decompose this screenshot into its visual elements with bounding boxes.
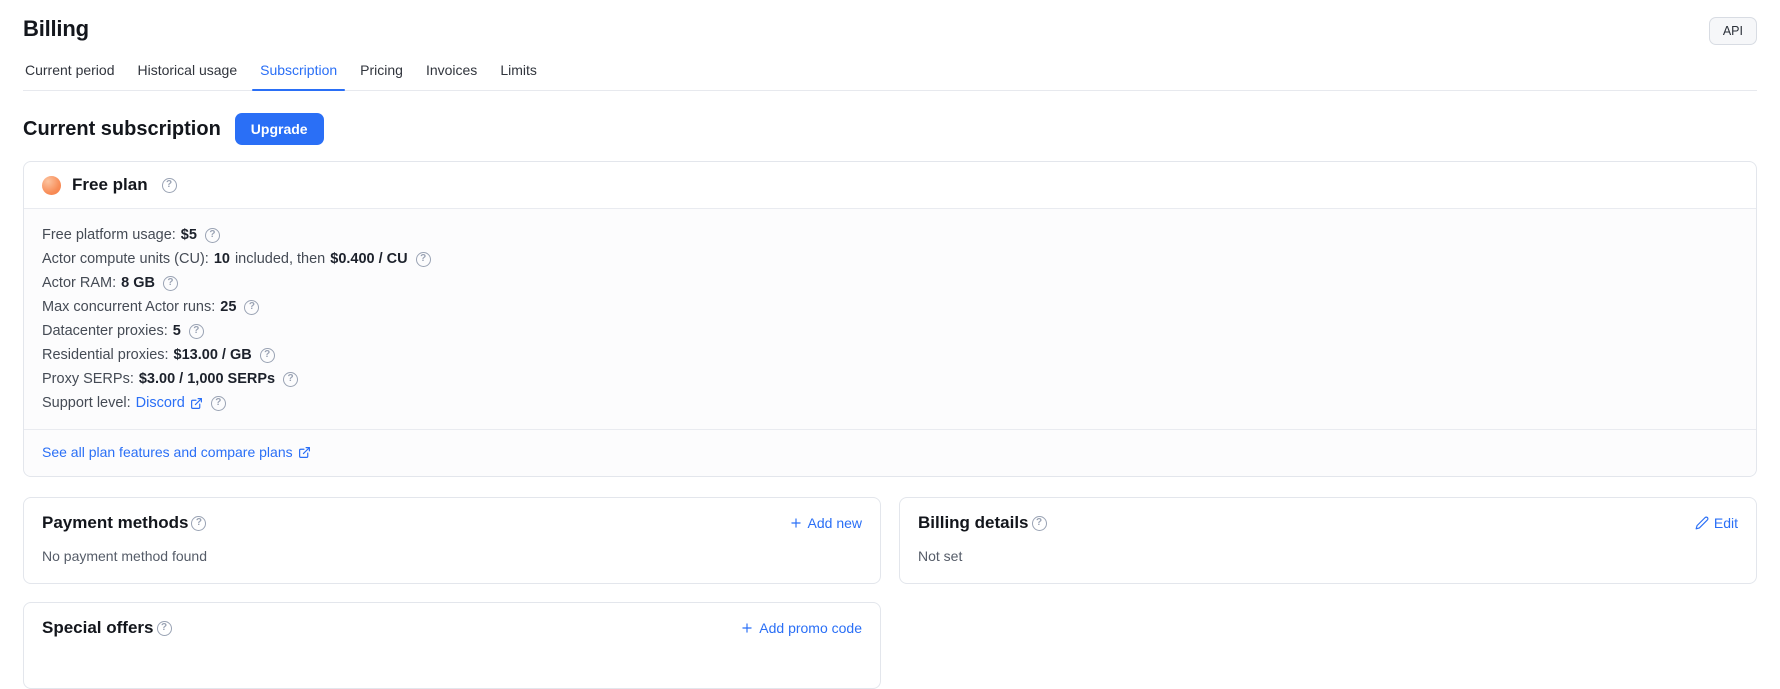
billing-details-empty-text: Not set [918, 548, 1738, 564]
special-offers-header: Special offers Add promo code [42, 618, 862, 638]
help-icon[interactable] [211, 396, 226, 411]
feature-proxy-serps: Proxy SERPs: $3.00 / 1,000 SERPs [42, 371, 1738, 387]
add-promo-code-button[interactable]: Add promo code [740, 620, 862, 636]
special-offers-title-wrap: Special offers [42, 618, 172, 638]
pencil-icon [1695, 516, 1709, 530]
external-link-icon [298, 446, 311, 459]
feature-label: Support level: [42, 395, 131, 411]
feature-label: Max concurrent Actor runs: [42, 299, 215, 315]
billing-details-title-wrap: Billing details [918, 513, 1047, 533]
tab-pricing[interactable]: Pricing [358, 55, 405, 90]
tab-current-period[interactable]: Current period [23, 55, 117, 90]
feature-value: 8 GB [121, 275, 155, 291]
plus-icon [740, 621, 754, 635]
tab-invoices[interactable]: Invoices [424, 55, 479, 90]
section-heading: Current subscription [23, 118, 221, 141]
add-payment-method-label: Add new [808, 515, 862, 531]
plan-name: Free plan [72, 175, 148, 195]
help-icon[interactable] [416, 252, 431, 267]
billing-details-header: Billing details Edit [918, 513, 1738, 533]
feature-value: 5 [173, 323, 181, 339]
plan-features-list: Free platform usage: $5 Actor compute un… [24, 208, 1756, 430]
feature-compute-units: Actor compute units (CU): 10 included, t… [42, 251, 1738, 267]
help-icon[interactable] [283, 372, 298, 387]
tab-limits[interactable]: Limits [498, 55, 539, 90]
help-icon[interactable] [1032, 516, 1047, 531]
feature-label: Proxy SERPs: [42, 371, 134, 387]
feature-value: $13.00 / GB [174, 347, 252, 363]
plan-card: Free plan Free platform usage: $5 Actor … [23, 161, 1757, 477]
plus-icon [789, 516, 803, 530]
feature-label: Datacenter proxies: [42, 323, 168, 339]
feature-value: $0.400 / CU [330, 251, 407, 267]
billing-details-title: Billing details [918, 513, 1029, 533]
tab-subscription[interactable]: Subscription [258, 55, 339, 90]
payment-methods-header: Payment methods Add new [42, 513, 862, 533]
help-icon[interactable] [244, 300, 259, 315]
billing-tabs: Current period Historical usage Subscrip… [23, 55, 1757, 91]
compare-plans-link-label: See all plan features and compare plans [42, 444, 293, 460]
external-link-icon [190, 397, 203, 410]
billing-details-card: Billing details Edit Not set [899, 497, 1757, 584]
current-subscription-section-header: Current subscription Upgrade [23, 113, 1757, 145]
edit-billing-details-label: Edit [1714, 515, 1738, 531]
upgrade-button[interactable]: Upgrade [235, 113, 324, 145]
help-icon[interactable] [189, 324, 204, 339]
feature-datacenter-proxies: Datacenter proxies: 5 [42, 323, 1738, 339]
feature-label: Actor compute units (CU): [42, 251, 209, 267]
feature-value: 10 [214, 251, 230, 267]
help-icon[interactable] [162, 178, 177, 193]
feature-text: included, then [235, 251, 325, 267]
help-icon[interactable] [205, 228, 220, 243]
discord-link[interactable]: Discord [136, 395, 203, 411]
feature-platform-usage: Free platform usage: $5 [42, 227, 1738, 243]
feature-actor-ram: Actor RAM: 8 GB [42, 275, 1738, 291]
help-icon[interactable] [157, 621, 172, 636]
feature-residential-proxies: Residential proxies: $13.00 / GB [42, 347, 1738, 363]
api-button[interactable]: API [1709, 17, 1757, 45]
plan-card-footer: See all plan features and compare plans [24, 430, 1756, 476]
add-payment-method-button[interactable]: Add new [789, 515, 862, 531]
add-promo-code-label: Add promo code [759, 620, 862, 636]
page-title: Billing [23, 16, 89, 42]
feature-label: Residential proxies: [42, 347, 169, 363]
payment-billing-row: Payment methods Add new No payment metho… [23, 497, 1757, 584]
tab-historical-usage[interactable]: Historical usage [136, 55, 240, 90]
payment-methods-card: Payment methods Add new No payment metho… [23, 497, 881, 584]
feature-support-level: Support level: Discord [42, 395, 1738, 411]
help-icon[interactable] [260, 348, 275, 363]
payment-methods-empty-text: No payment method found [42, 548, 862, 564]
special-offers-title: Special offers [42, 618, 154, 638]
payment-methods-title: Payment methods [42, 513, 188, 533]
feature-max-concurrent-runs: Max concurrent Actor runs: 25 [42, 299, 1738, 315]
edit-billing-details-button[interactable]: Edit [1695, 515, 1738, 531]
feature-label: Free platform usage: [42, 227, 176, 243]
plan-card-header: Free plan [24, 162, 1756, 208]
discord-link-label: Discord [136, 395, 185, 411]
special-offers-row: Special offers Add promo code [23, 602, 1757, 689]
help-icon[interactable] [163, 276, 178, 291]
special-offers-card: Special offers Add promo code [23, 602, 881, 689]
title-row: Billing API [23, 16, 1757, 45]
help-icon[interactable] [191, 516, 206, 531]
feature-value: 25 [220, 299, 236, 315]
compare-plans-link[interactable]: See all plan features and compare plans [42, 444, 311, 460]
plan-color-dot-icon [42, 176, 61, 195]
feature-label: Actor RAM: [42, 275, 116, 291]
billing-page: Billing API Current period Historical us… [0, 0, 1780, 681]
payment-methods-title-wrap: Payment methods [42, 513, 206, 533]
feature-value: $5 [181, 227, 197, 243]
feature-value: $3.00 / 1,000 SERPs [139, 371, 275, 387]
